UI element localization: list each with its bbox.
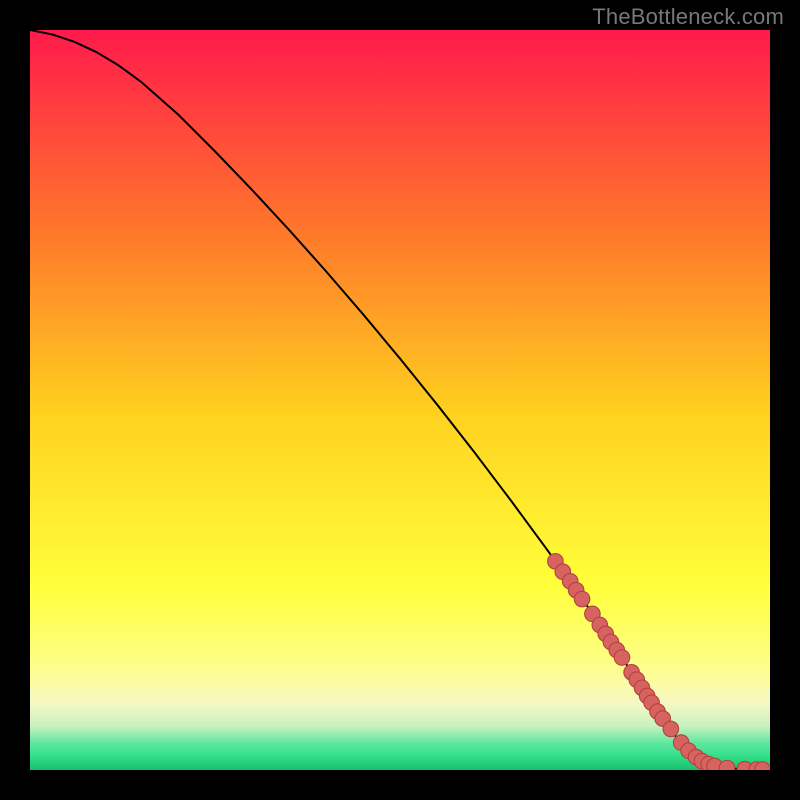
watermark-text: TheBottleneck.com	[592, 4, 784, 30]
plot-svg	[30, 30, 770, 770]
data-marker	[663, 721, 679, 737]
chart-canvas: TheBottleneck.com	[0, 0, 800, 800]
gradient-background	[30, 30, 770, 770]
data-marker	[614, 650, 630, 666]
plot-area	[30, 30, 770, 770]
data-marker	[574, 591, 590, 607]
